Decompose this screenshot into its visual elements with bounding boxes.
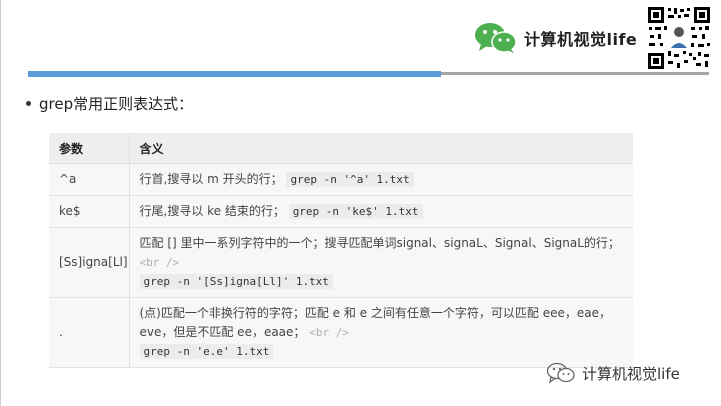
command-code: grep -n 'e.e' 1.txt xyxy=(139,344,274,359)
brand-watermark: 计算机视觉life xyxy=(546,362,680,384)
table-row: . (点)匹配一个非换行符的字符；匹配 e 和 e 之间有任意一个字符，可以匹配… xyxy=(49,297,633,368)
left-border xyxy=(0,0,1,406)
qr-code-icon xyxy=(646,5,712,71)
accent-bar xyxy=(28,71,441,77)
meaning-cell: 行尾,搜寻以 ke 结束的行； grep -n 'ke$' 1.txt xyxy=(129,195,633,228)
meaning-text: (点)匹配一个非换行符的字符；匹配 e 和 e 之间有任意一个字符，可以匹配 e… xyxy=(139,306,611,339)
param-cell: . xyxy=(49,297,130,368)
header-meaning: 含义 xyxy=(129,133,633,164)
table-row: ^a 行首,搜寻以 m 开头的行； grep -n '^a' 1.txt xyxy=(49,163,633,196)
wechat-logo-icon xyxy=(475,23,517,53)
param-cell: [Ss]igna[Ll] xyxy=(49,227,130,298)
command-code: grep -n '[Ss]igna[Ll]' 1.txt xyxy=(139,274,333,289)
section-heading: grep常用正则表达式： xyxy=(26,93,193,114)
meaning-cell: 匹配 [] 里中一系列字符中的一个；搜寻匹配单词signal、signaL、Si… xyxy=(129,227,633,298)
meaning-text: 匹配 [] 里中一系列字符中的一个；搜寻匹配单词signal、signaL、Si… xyxy=(139,236,620,250)
divider-bar xyxy=(441,72,709,75)
br-tag-text: <br /> xyxy=(309,326,349,339)
bullet-icon xyxy=(26,101,31,106)
command-code: grep -n 'ke$' 1.txt xyxy=(288,204,423,219)
param-cell: ^a xyxy=(49,163,130,196)
meaning-text: 行首,搜寻以 m 开头的行； xyxy=(139,172,283,186)
table-header-row: 参数 含义 xyxy=(49,133,633,164)
param-cell: ke$ xyxy=(49,195,130,228)
meaning-cell: 行首,搜寻以 m 开头的行； grep -n '^a' 1.txt xyxy=(129,163,633,196)
wechat-outline-icon xyxy=(546,362,575,384)
meaning-text: 行尾,搜寻以 ke 结束的行； xyxy=(139,204,285,218)
brand-name-top: 计算机视觉life xyxy=(524,30,638,49)
header-param: 参数 xyxy=(49,133,130,164)
brand-header: 计算机视觉life xyxy=(474,21,637,55)
regex-table: 参数 含义 ^a 行首,搜寻以 m 开头的行； grep -n '^a' 1.t… xyxy=(49,133,633,368)
command-code: grep -n '^a' 1.txt xyxy=(286,172,414,187)
br-tag-text: <br /> xyxy=(139,256,180,269)
table-row: ke$ 行尾,搜寻以 ke 结束的行； grep -n 'ke$' 1.txt xyxy=(49,195,633,228)
brand-name-bottom: 计算机视觉life xyxy=(582,364,680,383)
table-row: [Ss]igna[Ll] 匹配 [] 里中一系列字符中的一个；搜寻匹配单词sig… xyxy=(49,227,633,298)
meaning-cell: (点)匹配一个非换行符的字符；匹配 e 和 e 之间有任意一个字符，可以匹配 e… xyxy=(129,297,633,368)
heading-text: grep常用正则表达式： xyxy=(39,95,194,113)
